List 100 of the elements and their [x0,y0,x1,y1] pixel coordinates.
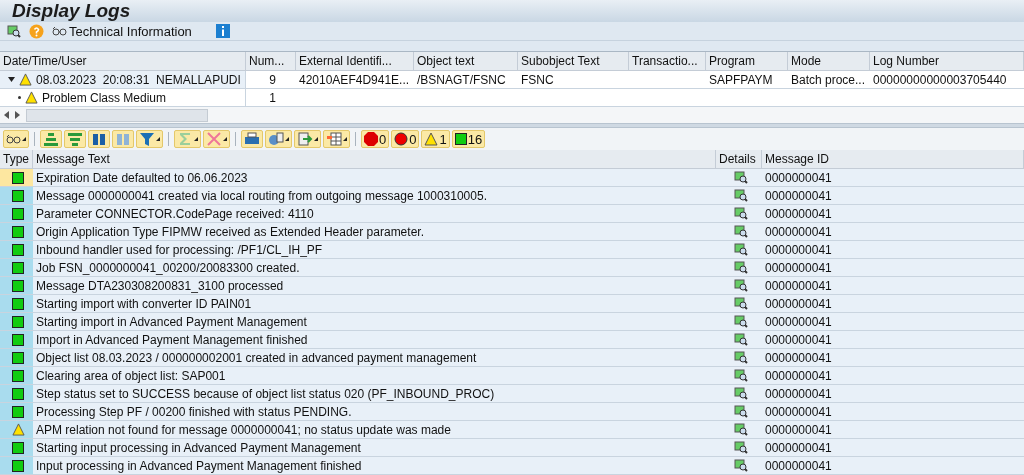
column-header[interactable]: Details [716,150,762,169]
caret-icon [156,137,160,141]
details-icon[interactable] [733,387,748,400]
message-text: Starting input processing in Advanced Payment Management [33,439,716,457]
details-icon[interactable] [733,261,748,274]
details-icon[interactable] [733,225,748,238]
column-header[interactable]: Object text [414,52,518,72]
toolbar-button[interactable] [323,130,350,148]
success-icon [12,243,24,256]
message-count-button[interactable]: 0 [391,130,420,148]
details-icon[interactable] [733,171,748,184]
message-text: Processing Step PF / 00200 finished with status PENDING. [33,403,716,421]
column-header[interactable]: Program [706,52,788,72]
stop-icon [364,132,378,146]
glasses-icon [6,133,21,145]
column-header[interactable]: Message Text [33,150,716,169]
toolbar-button[interactable] [136,130,163,148]
details-icon[interactable] [733,351,748,364]
message-id: 0000000041 [762,187,1024,205]
details-icon[interactable] [733,279,748,292]
message-text: Clearing area of object list: SAP001 [33,367,716,385]
type-cell[interactable] [0,457,33,475]
type-cell[interactable] [0,349,33,367]
toolbar-button[interactable] [265,130,292,148]
details-icon[interactable] [733,207,748,220]
toolbar-button[interactable] [88,130,110,148]
column-header[interactable]: Date/Time/User [0,52,246,72]
message-id: 0000000041 [762,241,1024,259]
type-cell[interactable] [0,241,33,259]
message-id: 0000000041 [762,367,1024,385]
message-text: Step status set to SUCCESS because of object list status 020 (PF_INBOUND_PROC) [33,385,716,403]
column-header[interactable]: Log Number [870,52,1024,72]
details-icon[interactable] [733,405,748,418]
technical-information-button[interactable]: Technical Information [50,23,194,39]
scroll-left-icon[interactable] [4,111,9,120]
type-cell[interactable] [0,223,33,241]
column-header[interactable]: Type [0,150,33,169]
type-cell[interactable] [0,313,33,331]
column-header[interactable]: External Identifi... [296,52,414,72]
details-icon[interactable] [733,297,748,310]
printer-icon [244,131,260,147]
error-icon [394,132,409,146]
type-cell[interactable] [0,169,33,187]
success-icon [12,171,24,184]
scrollbar-thumb[interactable] [26,108,208,122]
message-text: Message DTA230308200831_3100 processed [33,277,716,295]
message-id: 0000000041 [762,385,1024,403]
details-icon[interactable] [733,423,748,436]
details-icon[interactable] [733,369,748,382]
type-cell[interactable] [0,403,33,421]
warning-icon [424,132,439,146]
type-cell[interactable] [0,259,33,277]
type-cell[interactable] [0,277,33,295]
type-cell[interactable] [0,385,33,403]
tree-node[interactable]: Problem Class Medium [0,89,246,108]
message-text: Parameter CONNECTOR.CodePage received: 4110 [33,205,716,223]
warning-icon [11,423,25,436]
caret-icon [223,137,227,141]
success-icon [12,261,24,274]
type-cell[interactable] [0,205,33,223]
details-icon[interactable] [733,189,748,202]
message-text: Object list 08.03.2023 / 000000002001 created in advanced payment management [33,349,716,367]
details-icon[interactable] [733,243,748,256]
message-id: 0000000041 [762,331,1024,349]
tree-node[interactable]: 08.03.2023 20:08:31 NEMALLAPUDI [0,71,246,90]
details-icon[interactable] [733,459,748,472]
message-id: 0000000041 [762,349,1024,367]
type-cell[interactable] [0,295,33,313]
toolbar-button[interactable] [3,130,29,148]
collapse-icon[interactable] [8,76,15,84]
view-icon [268,131,284,147]
message-text: Origin Application Type FIPMW received as Extended Header parameter. [33,223,716,241]
message-text: Starting import in Advanced Payment Management [33,313,716,331]
message-count-button[interactable]: 16 [451,130,486,148]
success-icon [12,225,24,238]
message-id: 0000000041 [762,223,1024,241]
type-cell[interactable] [0,187,33,205]
type-cell[interactable] [0,331,33,349]
column-header[interactable]: Message ID [762,150,1024,169]
scroll-right-icon[interactable] [15,111,20,120]
column-header[interactable]: Mode [788,52,870,72]
success-icon [12,279,24,292]
message-count-button[interactable]: 0 [361,130,390,148]
details-icon[interactable] [733,441,748,454]
column-header[interactable]: Num... [246,52,296,72]
caret-icon [314,137,318,141]
warning-icon [25,91,38,105]
success-icon [12,333,24,346]
export-icon [297,131,313,147]
details-icon[interactable] [733,315,748,328]
column-header[interactable]: Subobject Text [518,52,629,72]
type-cell[interactable] [0,367,33,385]
toolbar-button[interactable] [241,130,263,148]
column-header[interactable]: Transactio... [629,52,706,72]
type-cell[interactable] [0,421,33,439]
bullet-icon [18,96,21,100]
type-cell[interactable] [0,439,33,457]
details-icon[interactable] [733,333,748,346]
message-count-button[interactable]: 1 [421,130,450,148]
message-id: 0000000041 [762,421,1024,439]
